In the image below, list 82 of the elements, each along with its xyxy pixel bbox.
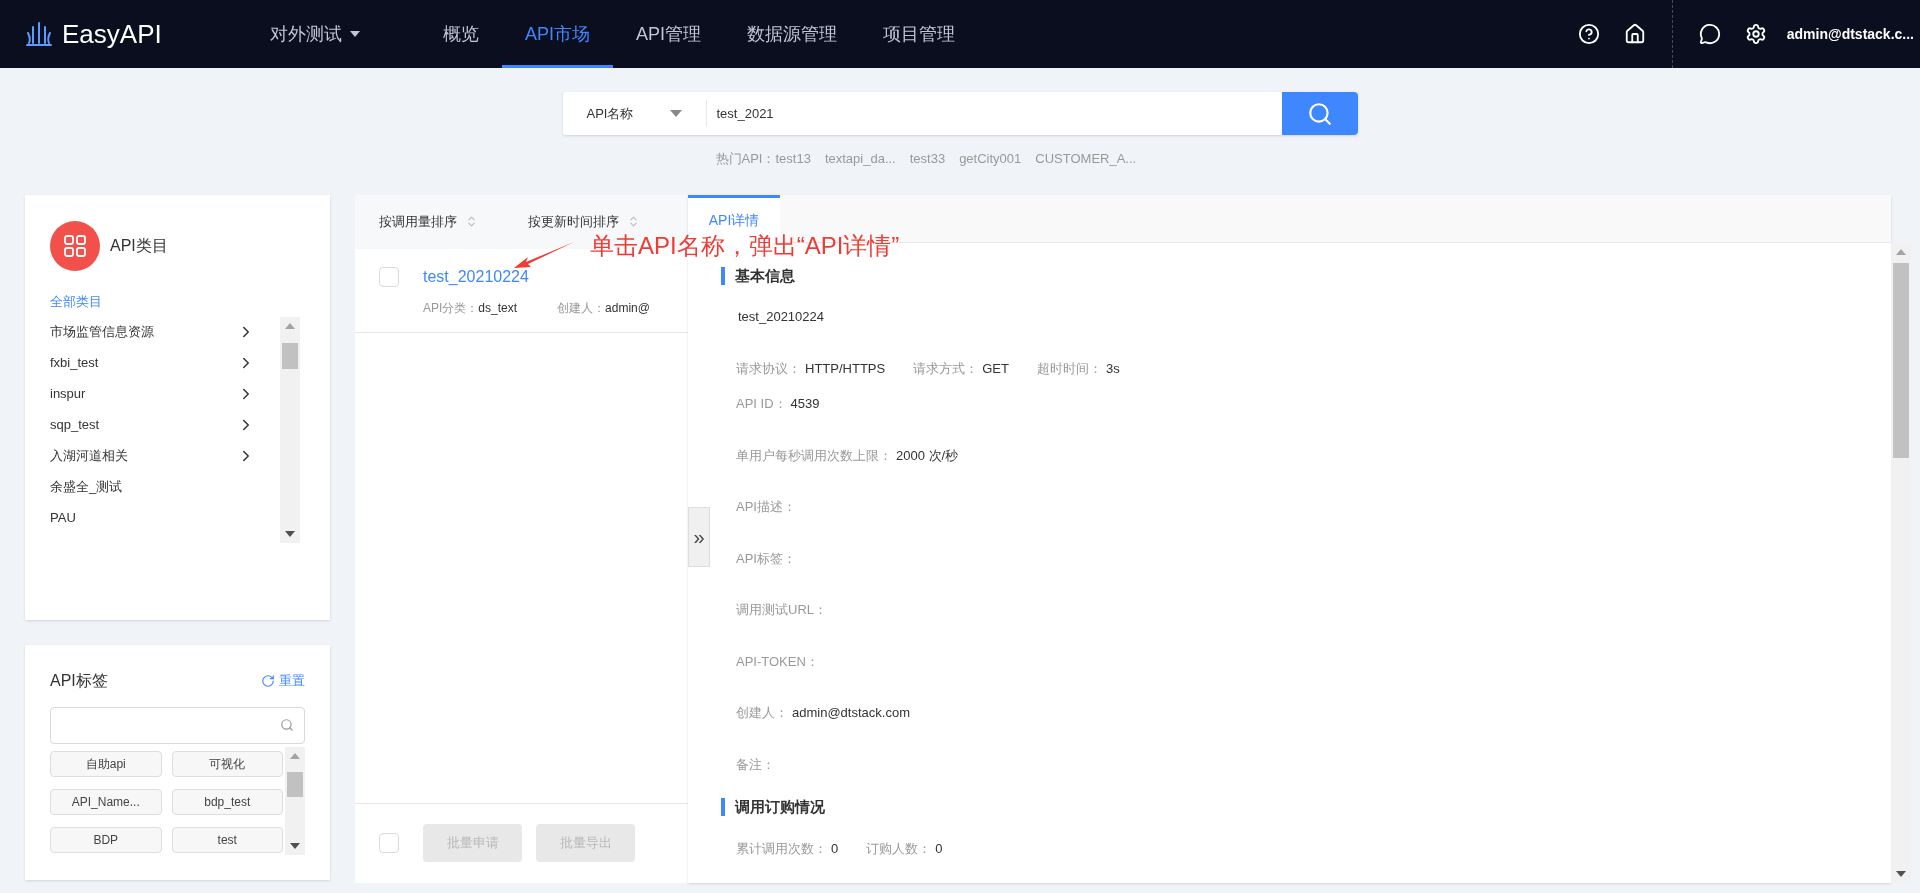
home-icon[interactable] [1623, 23, 1646, 45]
category-item[interactable]: sqp_test [50, 409, 255, 441]
category-item[interactable]: inspur [50, 378, 255, 410]
settings-icon[interactable] [1744, 23, 1767, 45]
help-icon[interactable] [1577, 23, 1600, 45]
sort-button[interactable]: 按调用量排序 [379, 211, 478, 232]
field-value: 3s [1105, 359, 1120, 378]
sort-icon [627, 215, 640, 228]
tag-chip[interactable]: API_Name... [50, 788, 162, 815]
app-logo: EasyAPI [62, 17, 162, 51]
field-label: 超时时间： [1036, 359, 1102, 378]
field-label: 备注： [736, 755, 775, 774]
tag-chip[interactable]: bdp_test [171, 788, 283, 815]
tag-search-field[interactable] [50, 706, 305, 744]
scrollbar[interactable] [280, 316, 300, 543]
project-selector[interactable]: 对外测试 [270, 20, 400, 48]
search-icon [280, 718, 294, 732]
category-label: API分类： [423, 299, 479, 317]
category-item[interactable]: 市场监管信息资源 [50, 316, 255, 348]
search-field[interactable]: test_2021 [706, 92, 1282, 135]
field-value: 2000 次/秒 [896, 446, 959, 465]
section-title: 调用订购情况 [735, 797, 825, 817]
nav-tab[interactable]: API市场 [502, 0, 613, 68]
field-label: 订购人数： [866, 839, 932, 858]
section-title: 基本信息 [735, 265, 795, 286]
sort-icon [465, 215, 478, 228]
checkbox[interactable] [379, 266, 399, 287]
nav-tab[interactable]: API管理 [613, 0, 725, 68]
section-marker [721, 266, 725, 285]
scrollbar[interactable] [1891, 242, 1911, 883]
sort-button[interactable]: 按更新时间排序 [528, 211, 640, 232]
api-name-link[interactable]: test_20210224 [423, 264, 650, 289]
category-item[interactable]: 余盛全_测试 [50, 471, 255, 503]
field-label: 调用测试URL： [736, 601, 827, 619]
tag-chip[interactable]: BDP [50, 826, 162, 853]
field-value: 0 [831, 839, 839, 858]
nav-tab[interactable]: 数据源管理 [724, 0, 861, 68]
category-icon [50, 220, 100, 271]
field-label: 单用户每秒调用次数上限： [736, 446, 892, 465]
scrollbar[interactable] [285, 746, 305, 855]
field-label: 请求方式： [913, 359, 979, 378]
creator-label: 创建人： [557, 299, 606, 317]
logo-icon [24, 19, 54, 49]
nav-tab[interactable]: 项目管理 [860, 0, 979, 68]
checkbox[interactable] [379, 833, 399, 853]
field-label: 请求协议： [736, 359, 801, 378]
field-label: API ID： [736, 395, 787, 413]
field-value: 0 [935, 839, 943, 858]
field-value: 4539 [790, 395, 820, 413]
caret-icon [669, 110, 682, 117]
collapse-button[interactable]: » [688, 506, 710, 567]
section-marker [721, 798, 725, 817]
category-item[interactable]: PAU [50, 502, 255, 534]
chat-icon[interactable] [1698, 23, 1721, 45]
caret-icon [350, 31, 360, 37]
category-value: ds_text [478, 299, 518, 317]
field-value: GET [982, 359, 1009, 378]
field-value: HTTP/HTTPS [805, 359, 886, 378]
search-button[interactable] [1281, 92, 1358, 135]
tag-chip[interactable]: 自助api [50, 750, 162, 777]
search-type-select[interactable]: API名称 [562, 92, 706, 135]
field-value: admin@dtstack.com [792, 704, 910, 722]
tag-chip[interactable]: 可视化 [171, 750, 283, 777]
user-name[interactable]: admin@dtstack.c... [1786, 23, 1914, 45]
search-icon [1306, 100, 1333, 127]
category-item[interactable]: 全部类目 [50, 286, 255, 317]
panel-title: API类目 [110, 235, 168, 256]
panel-title: API标签 [50, 670, 108, 691]
hot-api-label: 热门API： [715, 150, 776, 168]
api-name: test_20210224 [738, 308, 826, 326]
field-label: API标签： [736, 549, 796, 568]
creator-value: admin@ [605, 299, 650, 317]
field-label: 累计调用次数： [736, 839, 827, 858]
category-item[interactable]: fxbi_test [50, 347, 255, 379]
tag-chip[interactable]: test [171, 826, 283, 853]
nav-tab[interactable]: 概览 [420, 0, 502, 68]
reset-button[interactable]: 重置 [261, 670, 305, 691]
field-label: 创建人： [736, 704, 788, 722]
field-label: API描述： [736, 498, 796, 516]
refresh-icon [261, 673, 275, 688]
category-item[interactable]: 入湖河道相关 [50, 440, 255, 472]
field-label: API-TOKEN： [736, 652, 819, 671]
